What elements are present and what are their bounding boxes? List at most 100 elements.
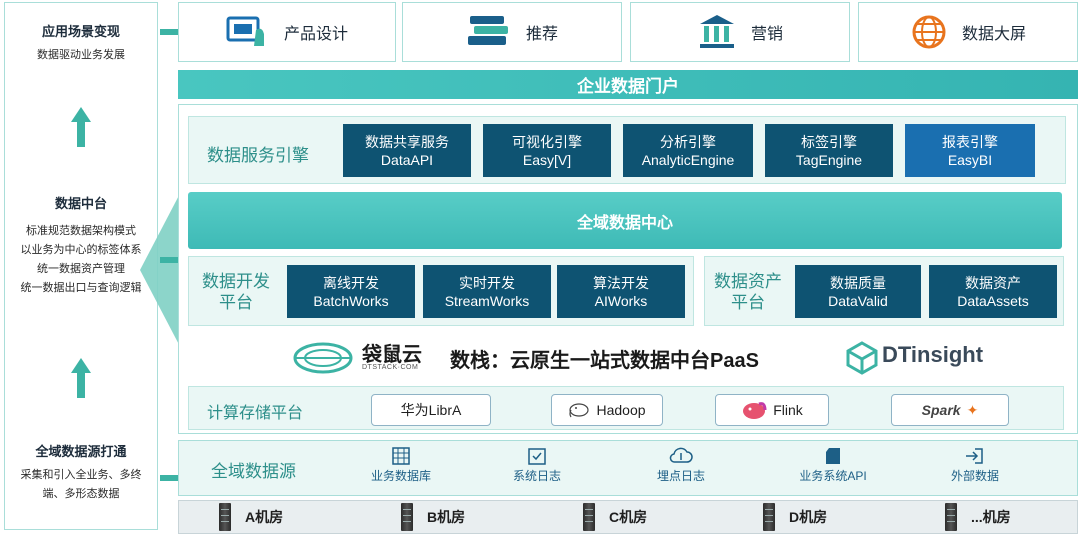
- dtinsight-cube-icon: [846, 341, 878, 375]
- source-label: 业务数据库: [370, 469, 431, 483]
- service-analytic-engine[interactable]: 分析引擎 AnalyticEngine: [623, 124, 753, 177]
- server-rack-icon: [401, 503, 413, 531]
- room-label: D机房: [789, 509, 828, 525]
- dev-title-line: 数据开发: [202, 272, 270, 291]
- asset-title-line: 平台: [731, 293, 765, 312]
- left-middle-title: 数据中台: [54, 196, 107, 211]
- service-easybi[interactable]: 报表引擎 EasyBI: [905, 124, 1035, 177]
- left-middle-line: 统一数据出口与查询逻辑: [20, 282, 142, 294]
- data-asset-platform-panel: 数据资产 平台 数据质量 DataValid 数据资产 DataAssets: [704, 256, 1064, 326]
- source-business-api[interactable]: 业务系统API: [785, 447, 881, 484]
- left-source-line: 采集和引入全业务、多终: [20, 469, 142, 481]
- dev-sub: AIWorks: [594, 292, 648, 309]
- storage-label: Hadoop: [596, 402, 646, 418]
- storage-label: 华为LibrA: [400, 402, 462, 418]
- room-item[interactable]: A机房: [219, 503, 283, 531]
- source-business-db[interactable]: 业务数据库: [361, 447, 441, 484]
- basket-hand-icon: [226, 16, 264, 46]
- asset-dataassets[interactable]: 数据资产 DataAssets: [929, 265, 1057, 318]
- data-center-rooms: A机房 B机房 C机房 D机房 ...机房: [178, 500, 1078, 534]
- dtinsight-text: DTinsight: [882, 342, 984, 367]
- service-dataapi[interactable]: 数据共享服务 DataAPI: [343, 124, 471, 177]
- service-name: 可视化引擎: [512, 133, 582, 150]
- data-dev-platform-panel: 数据开发 平台 离线开发 BatchWorks 实时开发 StreamWorks…: [188, 256, 694, 326]
- dev-title-line: 平台: [219, 293, 253, 312]
- import-arrow-icon: [966, 448, 983, 464]
- server-rack-icon: [219, 503, 231, 531]
- service-name: 标签引擎: [801, 133, 857, 150]
- left-middle-line: 统一数据资产管理: [37, 263, 125, 275]
- storage-title: 计算存储平台: [207, 405, 304, 422]
- storage-label: Flink: [773, 402, 803, 418]
- globe-icon: [912, 15, 946, 49]
- storage-hadoop[interactable]: Hadoop: [551, 394, 663, 426]
- room-item[interactable]: ...机房: [945, 503, 1011, 531]
- storage-flink[interactable]: Flink: [715, 394, 829, 426]
- up-arrow-icon: [71, 107, 91, 147]
- left-source-title: 全域数据源打通: [35, 444, 127, 459]
- source-tracking-log[interactable]: 埋点日志: [641, 447, 721, 484]
- logo-en-text: DTSTACK·COM: [362, 364, 419, 371]
- spark-star-icon: ✦: [966, 401, 979, 418]
- app-label: 推荐: [525, 26, 558, 43]
- left-middle-line: 以业务为中心的标签体系: [20, 244, 142, 256]
- asset-sub: DataAssets: [957, 292, 1029, 309]
- app-label: 营销: [750, 26, 783, 43]
- left-app-title: 应用场景变现: [41, 24, 120, 39]
- brand-row: 袋鼠云 DTSTACK·COM 数栈：云原生一站式数据中台PaaS DTinsi…: [290, 336, 1010, 380]
- service-name: 报表引擎: [942, 133, 998, 150]
- up-arrow-icon: [71, 358, 91, 398]
- books-icon: [467, 16, 508, 45]
- global-data-center-bar[interactable]: 全域数据中心: [188, 192, 1062, 249]
- app-label: 数据大屏: [961, 26, 1026, 43]
- source-label: 埋点日志: [656, 469, 705, 483]
- service-engine-title: 数据服务引擎: [207, 146, 309, 165]
- source-title: 全域数据源: [211, 462, 296, 481]
- left-middle-section: 数据中台 标准规范数据架构模式 以业务为中心的标签体系 统一数据资产管理 统一数…: [5, 193, 157, 298]
- data-service-engine-panel: 数据服务引擎 数据共享服务 DataAPI 可视化引擎 Easy[V] 分析引擎…: [188, 116, 1066, 184]
- storage-spark[interactable]: Spark ✦: [891, 394, 1009, 426]
- source-label: 系统日志: [512, 469, 561, 483]
- source-system-log[interactable]: 系统日志: [497, 447, 577, 484]
- source-label: 外部数据: [950, 469, 999, 483]
- server-rack-icon: [583, 503, 595, 531]
- room-item[interactable]: C机房: [583, 503, 647, 531]
- flink-squirrel-icon: [743, 402, 767, 419]
- left-app-section: 应用场景变现 数据驱动业务发展: [5, 21, 157, 65]
- left-summary-column: 应用场景变现 数据驱动业务发展 数据中台 标准规范数据架构模式 以业务为中心的标…: [4, 2, 158, 530]
- dev-streamworks[interactable]: 实时开发 StreamWorks: [423, 265, 551, 318]
- service-tag-engine[interactable]: 标签引擎 TagEngine: [765, 124, 893, 177]
- dev-sub: StreamWorks: [444, 292, 530, 309]
- service-sub: TagEngine: [795, 151, 863, 168]
- service-sub: Easy[V]: [522, 151, 572, 168]
- checklist-icon: [528, 448, 546, 465]
- service-sub: DataAPI: [380, 151, 434, 168]
- source-external-data[interactable]: 外部数据: [935, 447, 1015, 484]
- app-recommend[interactable]: 推荐: [402, 2, 622, 62]
- left-source-section: 全域数据源打通 采集和引入全业务、多终 端、多形态数据: [5, 441, 157, 504]
- dev-sub: BatchWorks: [313, 292, 389, 309]
- asset-datavalid[interactable]: 数据质量 DataValid: [795, 265, 921, 318]
- room-item[interactable]: B机房: [401, 503, 465, 531]
- app-dashboard[interactable]: 数据大屏: [858, 2, 1078, 62]
- app-marketing[interactable]: 营销: [630, 2, 850, 62]
- left-middle-line: 标准规范数据架构模式: [26, 225, 136, 237]
- app-product-design[interactable]: 产品设计: [178, 2, 396, 62]
- dev-name: 算法开发: [593, 274, 649, 291]
- dtstack-logo-icon: [293, 342, 353, 374]
- enterprise-portal-bar[interactable]: 企业数据门户: [178, 70, 1078, 99]
- database-grid-icon: [392, 447, 410, 465]
- room-label: B机房: [427, 509, 466, 525]
- service-sub: EasyBI: [947, 151, 993, 168]
- service-easyv[interactable]: 可视化引擎 Easy[V]: [483, 124, 611, 177]
- server-rack-icon: [945, 503, 957, 531]
- room-item[interactable]: D机房: [763, 503, 827, 531]
- asset-title-line: 数据资产: [714, 272, 782, 291]
- dev-batchworks[interactable]: 离线开发 BatchWorks: [287, 265, 415, 318]
- bank-icon: [699, 15, 734, 48]
- storage-libra[interactable]: 华为LibrA: [371, 394, 491, 426]
- global-data-source-panel: 全域数据源 业务数据库 系统日志 埋点日志 业务系统API 外部数据: [178, 440, 1078, 496]
- service-name: 数据共享服务: [365, 133, 449, 150]
- dev-aiworks[interactable]: 算法开发 AIWorks: [557, 265, 685, 318]
- logo-cn-text: 袋鼠云: [362, 344, 422, 366]
